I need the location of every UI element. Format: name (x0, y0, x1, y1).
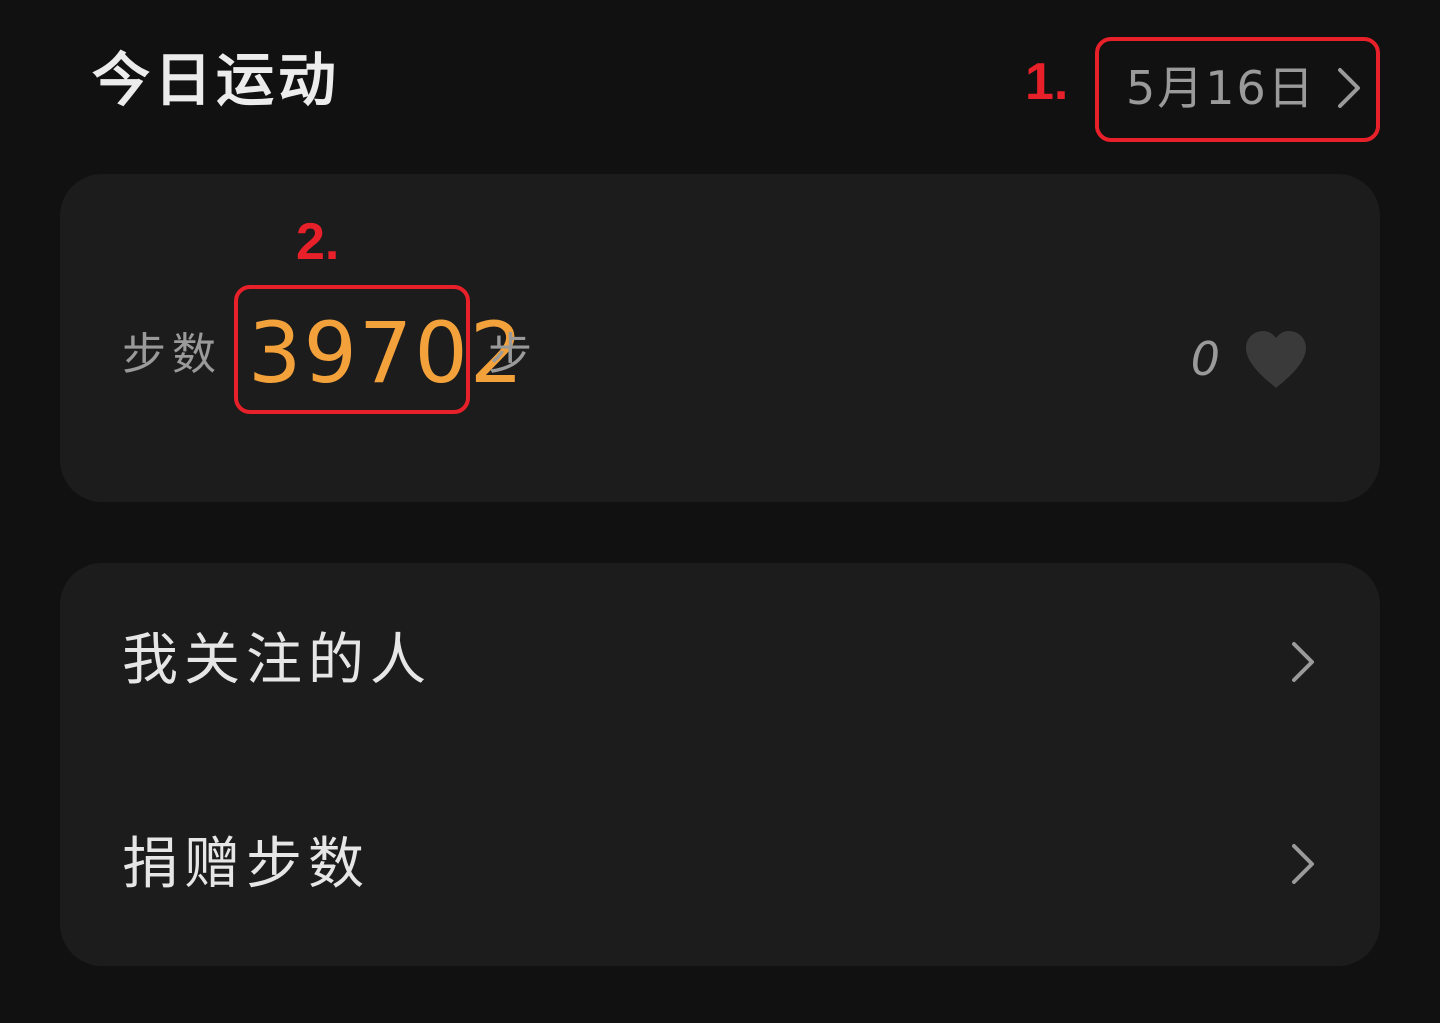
chevron-right-icon (1336, 67, 1362, 109)
steps-label: 步数 (122, 329, 222, 380)
annotation-highlight-box-2 (234, 285, 470, 414)
menu-card: 我关注的人 捐赠步数 (60, 563, 1380, 966)
annotation-marker-2: 2. (296, 213, 340, 271)
like-button[interactable]: 0 (1191, 324, 1310, 394)
menu-item-following[interactable]: 我关注的人 (60, 563, 1380, 763)
date-label: 5月16日 (1126, 61, 1316, 115)
menu-item-label: 我关注的人 (122, 628, 432, 693)
annotation-marker-1: 1. (1025, 53, 1069, 111)
menu-item-donate-steps[interactable]: 捐赠步数 (60, 763, 1380, 963)
heart-icon (1242, 328, 1310, 390)
today-exercise-screen: 今日运动 1. 5月16日 步数 39702 步 0 2. 我关注的人 捐赠步数 (0, 0, 1440, 1023)
page-title: 今日运动 (92, 46, 341, 114)
chevron-right-icon (1290, 843, 1316, 885)
chevron-right-icon (1290, 641, 1316, 683)
date-selector-button[interactable]: 5月16日 (1112, 50, 1364, 126)
steps-unit: 步 (488, 329, 532, 380)
menu-item-label: 捐赠步数 (122, 832, 370, 897)
likes-count: 0 (1190, 332, 1220, 386)
